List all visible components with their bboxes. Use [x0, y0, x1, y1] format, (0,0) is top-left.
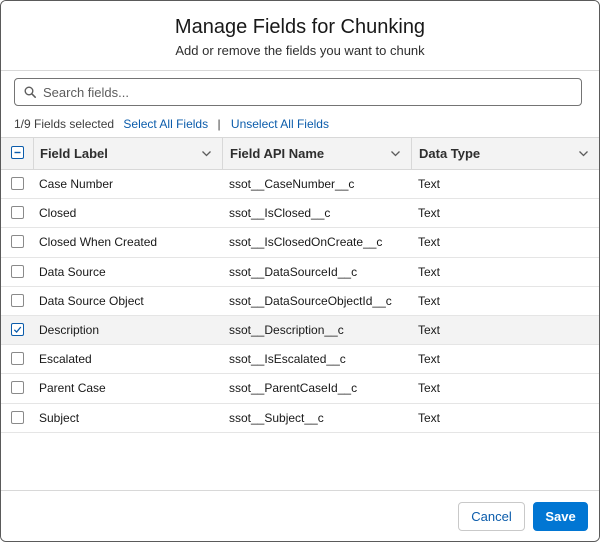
modal-header: Manage Fields for Chunking Add or remove…	[1, 1, 599, 71]
modal-footer: Cancel Save	[1, 490, 599, 541]
table-row[interactable]: Description ssot__Description__c Text	[1, 315, 599, 346]
row-field-api-name: ssot__DataSourceObjectId__c	[229, 293, 392, 308]
row-checkbox[interactable]	[11, 264, 24, 278]
row-data-type: Text	[418, 264, 441, 279]
chevron-down-icon[interactable]	[390, 148, 401, 159]
row-data-type: Text	[418, 352, 441, 367]
table-row[interactable]: Data Source ssot__DataSourceId__c Text	[1, 257, 599, 287]
search-box[interactable]	[14, 78, 582, 106]
row-checkbox[interactable]	[11, 322, 24, 336]
column-header-api-text: Field API Name	[230, 146, 325, 161]
link-separator: |	[217, 117, 221, 131]
column-header-api-name[interactable]: Field API Name	[222, 138, 411, 169]
column-header-type-text: Data Type	[419, 146, 481, 161]
row-field-label: Escalated	[39, 352, 92, 367]
save-button[interactable]: Save	[533, 502, 588, 531]
row-field-label: Closed	[39, 206, 77, 221]
row-data-type: Text	[418, 293, 441, 308]
table-row[interactable]: Parent Case ssot__ParentCaseId__c Text	[1, 374, 599, 404]
fields-table: Field Label Field API Name Data Type Cas…	[1, 137, 599, 433]
table-body: Case Number ssot__CaseNumber__c Text Closed…	[1, 170, 599, 433]
select-all-link[interactable]: Select All Fields	[123, 117, 208, 131]
cancel-button[interactable]: Cancel	[458, 502, 525, 531]
row-checkbox[interactable]	[11, 235, 24, 249]
table-row[interactable]: Data Source Object ssot__DataSourceObject…	[1, 286, 599, 316]
search-input[interactable]	[43, 82, 563, 102]
chevron-down-icon[interactable]	[578, 148, 589, 159]
selection-bar: 1/9 Fields selected Select All Fields | …	[14, 116, 329, 132]
row-field-api-name: ssot__ParentCaseId__c	[229, 381, 358, 396]
row-data-type: Text	[418, 177, 441, 191]
table-row[interactable]: Escalated ssot__IsEscalated__c Text	[1, 345, 599, 375]
row-field-api-name: ssot__IsClosedOnCreate__c	[229, 235, 383, 250]
minus-icon	[14, 151, 21, 154]
header-select-cell	[1, 138, 33, 169]
row-field-label: Data Source Object	[39, 293, 144, 308]
row-data-type: Text	[418, 381, 441, 396]
selected-count: 1/9 Fields selected	[14, 117, 115, 131]
modal-subtitle: Add or remove the fields you want to chu…	[175, 43, 425, 58]
row-field-label: Closed When Created	[39, 235, 158, 250]
row-field-api-name: ssot__CaseNumber__c	[229, 177, 355, 191]
row-checkbox[interactable]	[11, 177, 24, 190]
row-data-type: Text	[418, 322, 441, 337]
modal-content: 1/9 Fields selected Select All Fields | …	[1, 71, 599, 499]
row-field-api-name: ssot__Subject__c	[229, 410, 324, 425]
checkmark-icon	[13, 326, 22, 333]
row-data-type: Text	[418, 206, 441, 221]
row-field-api-name: ssot__IsEscalated__c	[229, 352, 346, 367]
row-field-label: Subject	[39, 410, 80, 425]
row-checkbox[interactable]	[11, 293, 24, 307]
row-field-api-name: ssot__IsClosed__c	[229, 206, 331, 221]
table-row[interactable]: Subject ssot__Subject__c Text	[1, 403, 599, 433]
row-field-label: Parent Case	[39, 381, 106, 396]
row-data-type: Text	[418, 235, 441, 250]
table-row[interactable]: Case Number ssot__CaseNumber__c Text	[1, 170, 599, 200]
row-checkbox[interactable]	[11, 206, 24, 220]
modal-title: Manage Fields for Chunking	[174, 16, 426, 38]
row-field-label: Data Source	[39, 264, 106, 279]
row-field-api-name: ssot__Description__c	[229, 322, 344, 337]
search-icon	[24, 86, 36, 98]
row-checkbox[interactable]	[11, 352, 24, 366]
row-checkbox[interactable]	[11, 381, 24, 395]
table-row[interactable]: Closed When Created ssot__IsClosedOnCreat…	[1, 228, 599, 258]
unselect-all-link[interactable]: Unselect All Fields	[231, 117, 329, 131]
row-data-type: Text	[418, 410, 441, 425]
row-field-api-name: ssot__DataSourceId__c	[229, 264, 358, 279]
chevron-down-icon[interactable]	[201, 148, 212, 159]
row-field-label: Description	[39, 322, 100, 337]
column-header-label-text: Field Label	[40, 146, 108, 161]
select-all-checkbox[interactable]	[11, 146, 24, 159]
table-header: Field Label Field API Name Data Type	[1, 137, 599, 170]
row-checkbox[interactable]	[11, 410, 24, 424]
column-header-data-type[interactable]: Data Type	[411, 138, 599, 169]
table-row[interactable]: Closed ssot__IsClosed__c Text	[1, 199, 599, 229]
column-header-field-label[interactable]: Field Label	[33, 138, 222, 169]
manage-fields-modal: Manage Fields for Chunking Add or remove…	[0, 0, 600, 542]
row-field-label: Case Number	[39, 177, 114, 191]
